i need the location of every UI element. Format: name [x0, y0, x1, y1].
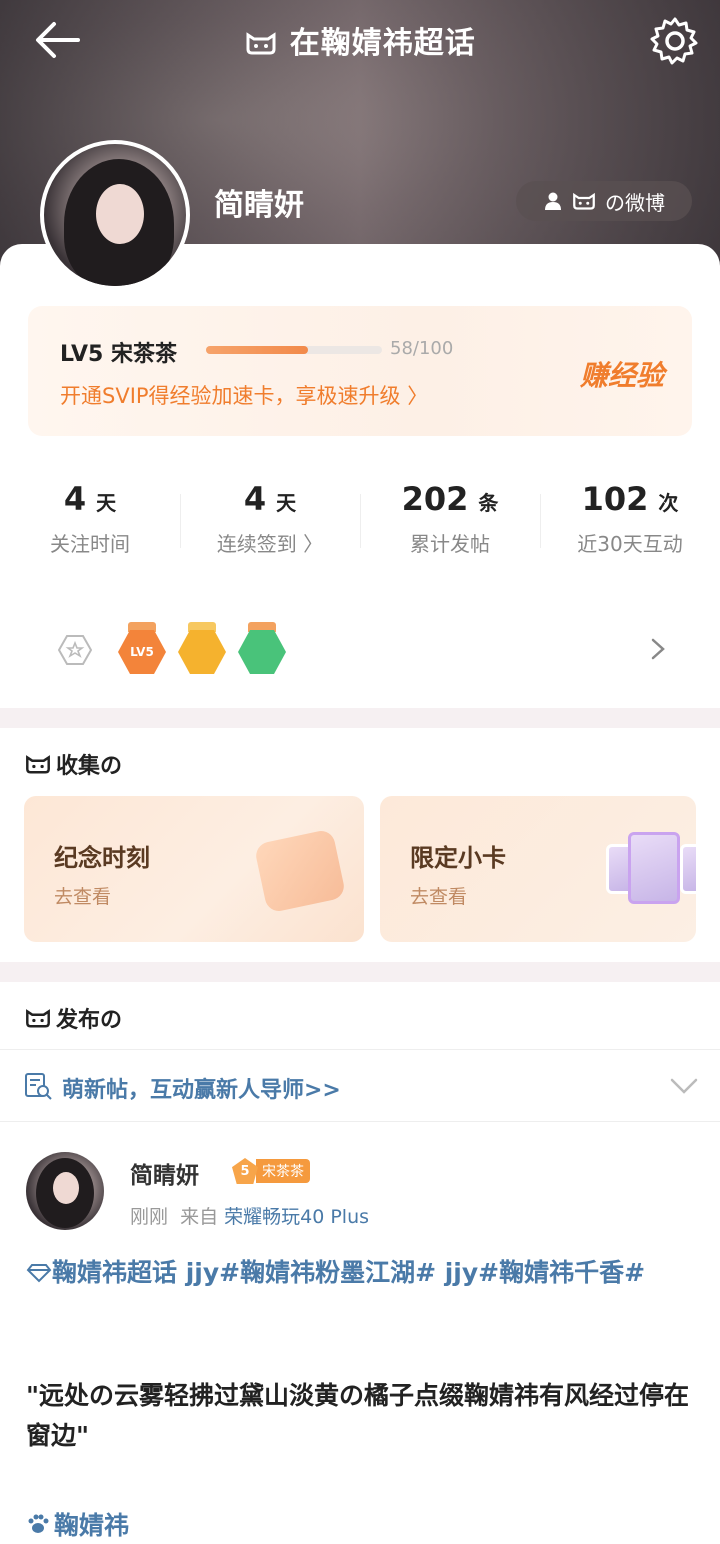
- person-icon: [545, 192, 561, 210]
- publish-header: 发布の: [0, 982, 720, 1050]
- cat-face-icon: [26, 755, 50, 774]
- weibo-profile-button[interactable]: の微博: [516, 181, 692, 221]
- level-panel[interactable]: LV5 宋茶茶 58/100 开通SVIP得经验加速卡，享极速升级 〉 赚经验: [28, 306, 692, 436]
- medal-green: [238, 622, 286, 674]
- level-progress-text: 58/100: [390, 338, 454, 359]
- stat-follow-days: 4天 关注时间: [50, 480, 130, 556]
- medal-gold: [178, 622, 226, 674]
- avatar[interactable]: [40, 140, 190, 290]
- medal-outline-icon: [58, 635, 92, 665]
- post-text: "远处の云雾轻拂过黛山淡黄の橘子点缀鞠婧祎有风经过停在窗边": [26, 1381, 690, 1450]
- level-badge: 5 宋茶茶: [232, 1158, 310, 1184]
- diamond-icon: [26, 1264, 52, 1283]
- profile-card: LV5 宋茶茶 58/100 开通SVIP得经验加速卡，享极速升级 〉 赚经验 …: [0, 244, 720, 708]
- card-title: 纪念时刻: [54, 844, 150, 872]
- username: 简睛妍: [214, 188, 304, 223]
- medal-lv5: LV5: [118, 622, 166, 674]
- weibo-button-label: の微博: [605, 190, 665, 215]
- earn-exp-button[interactable]: 赚经验: [580, 354, 664, 394]
- cat-face-icon: [26, 1009, 50, 1028]
- stat-interactions: 102 次 近30天互动: [540, 480, 720, 570]
- post-tag[interactable]: 鞠婧祎: [26, 1506, 129, 1542]
- post-item[interactable]: 简睛妍 5 宋茶茶 刚刚 来自 荣耀畅玩40 Plus 鞠婧祎超话 jjy#鞠婧祎…: [0, 1122, 720, 1544]
- newbie-notice-bar[interactable]: 萌新帖，互动赢新人导师>>: [0, 1050, 720, 1122]
- paw-icon: [28, 1514, 49, 1533]
- cat-face-icon: [573, 192, 595, 210]
- publish-title: 发布の: [56, 1008, 123, 1033]
- post-author-avatar[interactable]: [26, 1152, 104, 1230]
- limited-cards-card[interactable]: 限定小卡 去查看: [380, 796, 696, 942]
- section-divider: [0, 708, 720, 728]
- chevron-down-icon[interactable]: [668, 1076, 700, 1096]
- card-link: 去查看: [54, 886, 112, 908]
- post-source: 荣耀畅玩40 Plus: [224, 1206, 370, 1228]
- svip-promo-link[interactable]: 开通SVIP得经验加速卡，享极速升级 〉: [60, 380, 428, 410]
- memorial-moments-card[interactable]: 纪念时刻 去查看: [24, 796, 364, 942]
- collect-title: 收集の: [24, 748, 122, 780]
- medals-row[interactable]: LV5: [0, 614, 720, 684]
- level-progress-bar: [206, 346, 382, 354]
- chevron-right-icon[interactable]: [648, 634, 668, 664]
- gift-box-illustration: [253, 828, 347, 914]
- post-author-name[interactable]: 简睛妍: [130, 1156, 199, 1190]
- photo-card-image: [628, 832, 680, 904]
- photo-card-image: [680, 844, 696, 894]
- post-topics[interactable]: 鞠婧祎超话 jjy#鞠婧祎粉墨江湖# jjy#鞠婧祎千香#: [26, 1252, 696, 1294]
- gear-icon[interactable]: [648, 14, 702, 68]
- level-progress-fill: [206, 346, 309, 354]
- document-search-icon: [25, 1073, 52, 1100]
- post-meta: 刚刚 来自 荣耀畅玩40 Plus: [130, 1206, 370, 1228]
- section-divider: [0, 962, 720, 982]
- level-label: LV5 宋茶茶: [60, 342, 177, 367]
- stats-row: 4天 关注时间 4天 连续签到 〉 202 条 累计发帖 102 次 近30天互动: [0, 480, 720, 570]
- page-title: 在鞠婧祎超话: [0, 18, 720, 62]
- stat-checkin-days[interactable]: 4天 连续签到 〉: [180, 480, 360, 570]
- card-link: 去查看: [410, 886, 468, 908]
- notice-text: 萌新帖，互动赢新人导师>>: [62, 1078, 341, 1103]
- cat-face-icon: [246, 32, 276, 55]
- card-title: 限定小卡: [410, 844, 506, 872]
- stat-total-posts: 202 条 累计发帖: [360, 480, 540, 570]
